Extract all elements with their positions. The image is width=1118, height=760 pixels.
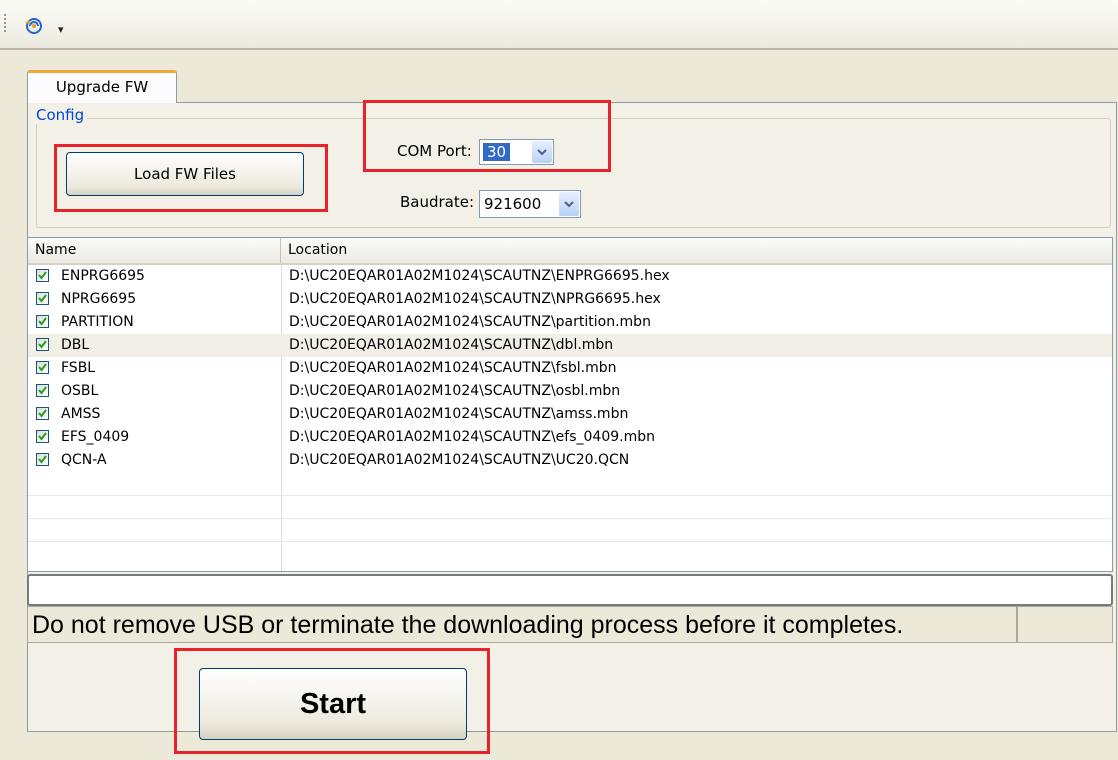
row-name: ENPRG6695: [61, 268, 145, 284]
column-header-location[interactable]: Location: [281, 238, 1112, 263]
row-location: D:\UC20EQAR01A02M1024\SCAUTNZ\fsbl.mbn: [289, 360, 617, 376]
row-checkbox[interactable]: [36, 269, 49, 282]
row-checkbox[interactable]: [36, 361, 49, 374]
checkmark-icon: [38, 317, 47, 326]
row-name: DBL: [61, 337, 90, 353]
tab-upgrade-fw[interactable]: Upgrade FW: [27, 70, 177, 103]
row-location: D:\UC20EQAR01A02M1024\SCAUTNZ\osbl.mbn: [289, 383, 621, 399]
row-name: OSBL: [61, 383, 99, 399]
status-bar: Do not remove USB or terminate the downl…: [27, 606, 1017, 643]
checkmark-icon: [38, 363, 47, 372]
checkmark-icon: [38, 455, 47, 464]
firmware-file-list[interactable]: Name Location ENPRG6695 D:\UC20EQAR01A02M…: [27, 237, 1113, 572]
table-row[interactable]: PARTITION D:\UC20EQAR01A02M1024\SCAUTNZ\p…: [28, 311, 1112, 334]
row-checkbox[interactable]: [36, 407, 49, 420]
table-row[interactable]: ENPRG6695 D:\UC20EQAR01A02M1024\SCAUTNZ\E…: [28, 265, 1112, 288]
chevron-down-icon[interactable]: [559, 192, 579, 216]
progress-bar: [27, 574, 1113, 606]
chevron-down-icon[interactable]: ▾: [58, 24, 64, 36]
row-location: D:\UC20EQAR01A02M1024\SCAUTNZ\amss.mbn: [289, 406, 629, 422]
status-bar-panel: [1017, 606, 1113, 643]
row-checkbox[interactable]: [36, 338, 49, 351]
app-menu-icon: [25, 18, 42, 34]
row-checkbox[interactable]: [36, 315, 49, 328]
table-row[interactable]: AMSS D:\UC20EQAR01A02M1024\SCAUTNZ\amss.m…: [28, 403, 1112, 426]
row-checkbox[interactable]: [36, 384, 49, 397]
table-row[interactable]: NPRG6695 D:\UC20EQAR01A02M1024\SCAUTNZ\NP…: [28, 288, 1112, 311]
checkmark-icon: [38, 271, 47, 280]
app-menu-button[interactable]: ▾: [22, 14, 68, 42]
empty-row-line: [28, 495, 1112, 496]
config-legend: Config: [33, 106, 88, 124]
baudrate-value: 921600: [484, 195, 542, 213]
highlight-box-load-fw: [54, 144, 328, 212]
baudrate-select[interactable]: 921600: [479, 190, 581, 218]
row-checkbox[interactable]: [36, 453, 49, 466]
status-message: Do not remove USB or terminate the downl…: [32, 611, 904, 639]
checkmark-icon: [38, 409, 47, 418]
row-name: EFS_0409: [61, 429, 130, 445]
toolbar: ▾: [0, 0, 1118, 50]
table-row[interactable]: EFS_0409 D:\UC20EQAR01A02M1024\SCAUTNZ\ef…: [28, 426, 1112, 449]
checkmark-icon: [38, 340, 47, 349]
row-location: D:\UC20EQAR01A02M1024\SCAUTNZ\ENPRG6695.…: [289, 268, 670, 284]
row-name: AMSS: [61, 406, 101, 422]
row-name: PARTITION: [61, 314, 134, 330]
baudrate-label: Baudrate:: [400, 193, 475, 211]
row-location: D:\UC20EQAR01A02M1024\SCAUTNZ\efs_0409.m…: [289, 429, 655, 445]
row-name: QCN-A: [61, 452, 107, 468]
row-checkbox[interactable]: [36, 430, 49, 443]
row-location: D:\UC20EQAR01A02M1024\SCAUTNZ\partition.…: [289, 314, 651, 330]
highlight-box-com-port: [363, 100, 611, 172]
checkmark-icon: [38, 432, 47, 441]
row-name: FSBL: [61, 360, 96, 376]
row-location: D:\UC20EQAR01A02M1024\SCAUTNZ\NPRG6695.h…: [289, 291, 661, 307]
row-checkbox[interactable]: [36, 292, 49, 305]
row-location: D:\UC20EQAR01A02M1024\SCAUTNZ\dbl.mbn: [289, 337, 614, 353]
table-row[interactable]: DBL D:\UC20EQAR01A02M1024\SCAUTNZ\dbl.mbn: [28, 334, 1112, 357]
table-row[interactable]: OSBL D:\UC20EQAR01A02M1024\SCAUTNZ\osbl.m…: [28, 380, 1112, 403]
table-row[interactable]: QCN-A D:\UC20EQAR01A02M1024\SCAUTNZ\UC20.…: [28, 449, 1112, 472]
list-header: Name Location: [28, 238, 1112, 265]
table-row[interactable]: FSBL D:\UC20EQAR01A02M1024\SCAUTNZ\fsbl.m…: [28, 357, 1112, 380]
row-location: D:\UC20EQAR01A02M1024\SCAUTNZ\UC20.QCN: [289, 452, 630, 468]
empty-row-line: [28, 518, 1112, 519]
row-name: NPRG6695: [61, 291, 137, 307]
checkmark-icon: [38, 386, 47, 395]
highlight-box-start: [174, 648, 490, 754]
column-header-name[interactable]: Name: [28, 238, 281, 263]
checkmark-icon: [38, 294, 47, 303]
toolbar-grip[interactable]: [4, 14, 6, 34]
empty-row-line: [28, 541, 1112, 542]
